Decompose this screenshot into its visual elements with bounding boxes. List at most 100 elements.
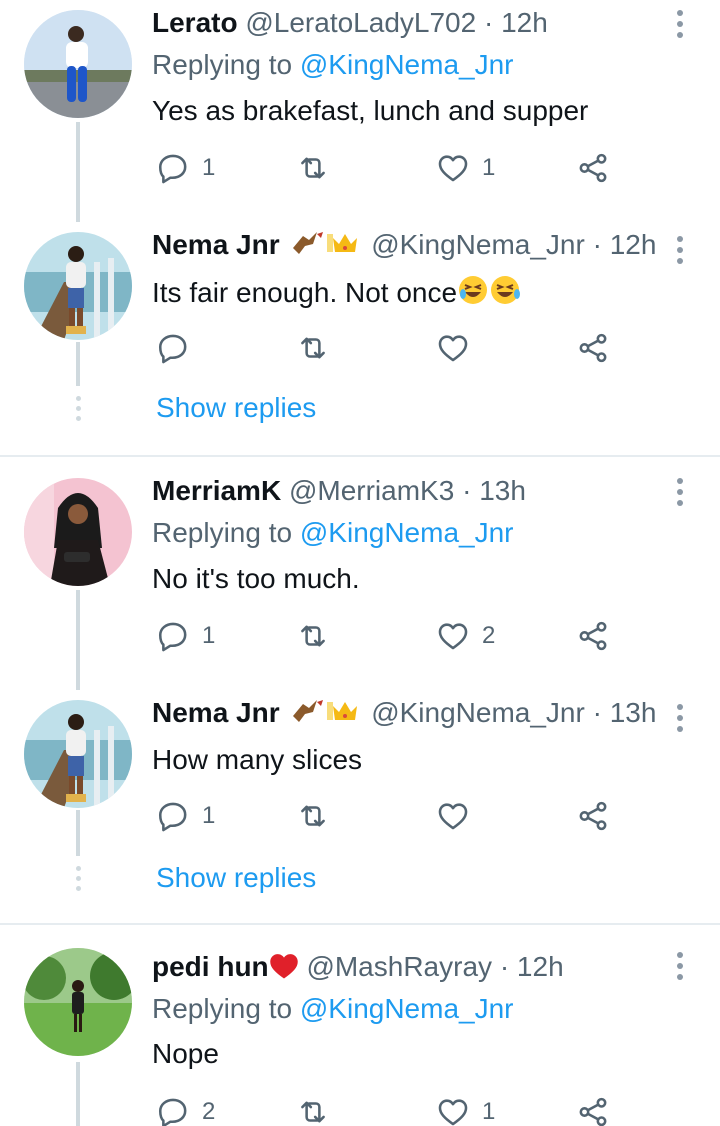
timestamp[interactable]: 12h: [501, 7, 548, 38]
avatar[interactable]: [24, 948, 132, 1056]
share-button[interactable]: [576, 328, 610, 368]
like-button[interactable]: [436, 796, 482, 836]
user-handle[interactable]: @MerriamK3: [289, 475, 454, 506]
tweet-text: No it's too much.: [152, 563, 360, 594]
heart-icon: [436, 619, 470, 653]
retweet-icon: [296, 1095, 330, 1126]
retweet-button[interactable]: [296, 328, 342, 368]
divider: [0, 923, 720, 925]
reply-icon: [156, 151, 190, 185]
reply-icon: [156, 619, 190, 653]
reply-button[interactable]: 1: [156, 796, 215, 836]
tweet-header: Nema Jnr @KingNema_Jnr · 13h: [152, 696, 656, 734]
more-options-icon[interactable]: [672, 236, 688, 269]
display-name[interactable]: Nema Jnr: [152, 697, 280, 728]
separator: ·: [592, 697, 602, 728]
timestamp[interactable]: 13h: [479, 475, 526, 506]
tweet[interactable]: Lerato @LeratoLadyL702 · 12h Replying to…: [0, 0, 720, 220]
replying-to: Replying to @KingNema_Jnr: [152, 516, 514, 550]
retweet-icon: [296, 799, 330, 833]
retweet-button[interactable]: [296, 1092, 342, 1126]
retweet-icon: [296, 619, 330, 653]
timestamp[interactable]: 12h: [610, 229, 657, 260]
share-icon: [576, 151, 610, 185]
timestamp[interactable]: 13h: [610, 697, 657, 728]
retweet-button[interactable]: [296, 148, 342, 188]
user-handle[interactable]: @MashRayray: [306, 951, 492, 982]
share-icon: [576, 331, 610, 365]
share-button[interactable]: [576, 148, 610, 188]
tweet-text: Nope: [152, 1038, 219, 1069]
reply-button[interactable]: [156, 328, 202, 368]
like-count: 1: [482, 154, 496, 181]
action-bar: [152, 328, 622, 368]
separator: ·: [499, 951, 510, 982]
display-name[interactable]: Lerato: [152, 7, 238, 38]
replying-to-handle[interactable]: @KingNema_Jnr: [300, 49, 514, 80]
tweet[interactable]: Nema Jnr @KingNema_Jnr · 13h How many sl…: [0, 690, 720, 924]
show-replies-link[interactable]: Show replies: [156, 392, 316, 424]
tweet[interactable]: pedi hun @MashRayray · 12h Replying to @…: [0, 942, 720, 1126]
user-handle[interactable]: @KingNema_Jnr: [371, 697, 585, 728]
more-options-icon[interactable]: [672, 478, 688, 511]
red-heart-icon: [269, 952, 299, 988]
reply-button[interactable]: 1: [156, 148, 215, 188]
display-name[interactable]: MerriamK: [152, 475, 281, 506]
avatar[interactable]: [24, 478, 132, 586]
tweet-header: MerriamK @MerriamK3 · 13h: [152, 474, 526, 508]
display-name[interactable]: pedi hun: [152, 951, 269, 982]
retweet-icon: [296, 151, 330, 185]
tweet-text: Its fair enough. Not once: [152, 274, 523, 315]
reply-icon: [156, 799, 190, 833]
timestamp[interactable]: 12h: [517, 951, 564, 982]
tweet-text: Yes as brakefast, lunch and supper: [152, 95, 589, 126]
share-button[interactable]: [576, 616, 610, 656]
like-button[interactable]: 1: [436, 148, 495, 188]
more-options-icon[interactable]: [672, 10, 688, 43]
like-button[interactable]: 1: [436, 1092, 495, 1126]
more-options-icon[interactable]: [672, 704, 688, 737]
share-button[interactable]: [576, 796, 610, 836]
retweet-button[interactable]: [296, 796, 342, 836]
reply-count: 1: [202, 622, 216, 649]
reply-count: 1: [202, 802, 216, 829]
replying-to-label: Replying to: [152, 517, 293, 548]
share-icon: [576, 619, 610, 653]
like-button[interactable]: 2: [436, 616, 495, 656]
heart-icon: [436, 1095, 470, 1126]
reply-icon: [156, 1095, 190, 1126]
like-count: 1: [482, 1098, 496, 1125]
tweet[interactable]: Nema Jnr @KingNema_Jnr · 12h Its fair en…: [0, 222, 720, 456]
show-replies-link[interactable]: Show replies: [156, 862, 316, 894]
more-options-icon[interactable]: [672, 952, 688, 985]
separator: ·: [483, 7, 494, 38]
heart-icon: [436, 151, 470, 185]
replying-to-handle[interactable]: @KingNema_Jnr: [300, 993, 514, 1024]
tweet-header: Nema Jnr @KingNema_Jnr · 12h: [152, 228, 656, 266]
reply-count: 1: [202, 154, 216, 181]
like-count: 2: [482, 622, 496, 649]
avatar[interactable]: [24, 232, 132, 340]
tweet-header: pedi hun @MashRayray · 12h: [152, 950, 564, 988]
user-handle[interactable]: @KingNema_Jnr: [371, 229, 585, 260]
tweet[interactable]: MerriamK @MerriamK3 · 13h Replying to @K…: [0, 468, 720, 688]
reply-count: 2: [202, 1098, 216, 1125]
tweet-text: How many slices: [152, 744, 363, 775]
action-bar: 1 1: [152, 148, 622, 188]
share-icon: [576, 1095, 610, 1126]
reply-button[interactable]: 2: [156, 1092, 215, 1126]
avatar[interactable]: [24, 10, 132, 118]
replying-to-label: Replying to: [152, 49, 293, 80]
retweet-button[interactable]: [296, 616, 342, 656]
retweet-icon: [296, 331, 330, 365]
like-button[interactable]: [436, 328, 482, 368]
share-icon: [576, 799, 610, 833]
replying-to-handle[interactable]: @KingNema_Jnr: [300, 517, 514, 548]
avatar[interactable]: [24, 700, 132, 808]
reply-button[interactable]: 1: [156, 616, 215, 656]
display-name[interactable]: Nema Jnr: [152, 229, 280, 260]
user-handle[interactable]: @LeratoLadyL702: [245, 7, 476, 38]
name-emoji: [287, 696, 363, 734]
share-button[interactable]: [576, 1092, 610, 1126]
action-bar: 2 1: [152, 1092, 622, 1126]
